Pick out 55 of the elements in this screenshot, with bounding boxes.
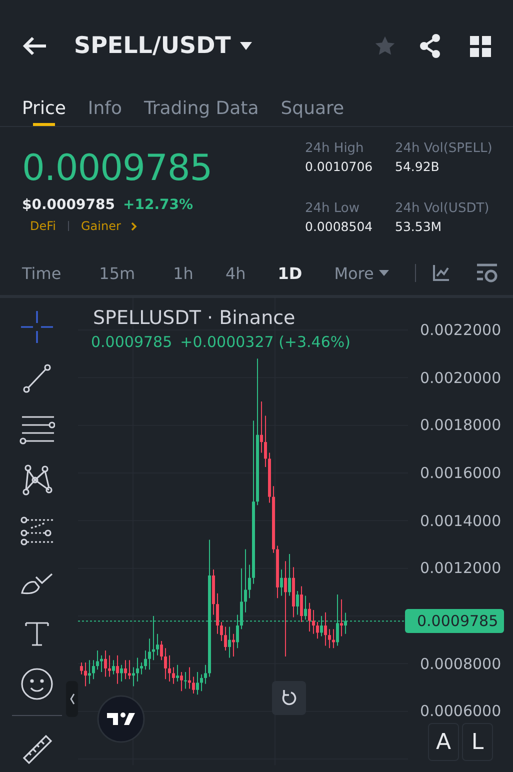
interval-tab[interactable]: 1h (165, 260, 202, 286)
indicator-chart-icon[interactable] (432, 264, 450, 282)
stat-label: 24h Vol(SPELL) (395, 141, 494, 156)
price-axis-label: 0.0008000 (420, 654, 502, 673)
fiat-price: $0.0009785 (22, 197, 115, 213)
tag-link[interactable]: Gainer (81, 219, 121, 233)
collapse-handle[interactable] (66, 681, 78, 717)
emoji-icon[interactable] (20, 667, 54, 701)
fibonacci-icon[interactable] (19, 514, 55, 548)
pattern-icon[interactable] (20, 463, 54, 497)
interval-tab[interactable]: 1D (270, 260, 310, 286)
logo-icon[interactable] (97, 695, 145, 743)
interval-tab[interactable]: Time (14, 260, 70, 286)
stat-value: 54.92B (395, 159, 440, 174)
price-axis-label: 0.0020000 (420, 368, 502, 387)
stat-label: 24h Vol(USDT) (395, 201, 490, 216)
current-price-label: 0.0009785 (405, 609, 504, 634)
price-change: +12.73% (123, 197, 194, 213)
star-icon[interactable] (374, 35, 396, 57)
last-price: 0.0009785 (22, 149, 212, 189)
price-axis-label: 0.0016000 (420, 464, 502, 482)
stat-value: 0.0008504 (305, 219, 374, 234)
grid-icon[interactable] (470, 36, 491, 56)
interval-tab[interactable]: 4h (217, 260, 254, 286)
tab[interactable]: Info (88, 92, 122, 126)
chevron-right-icon[interactable] (130, 222, 137, 230)
pair-title[interactable]: SPELL/USDT (74, 33, 231, 59)
price-axis-label: 0.0014000 (420, 512, 502, 530)
price-axis-label: 0.0018000 (420, 416, 502, 434)
stat-value: 53.53M (395, 219, 443, 234)
scale-button[interactable]: L (462, 723, 493, 761)
stat-value: 0.0010706 (305, 159, 374, 174)
crosshair-icon[interactable] (20, 310, 54, 344)
chart-symbol: SPELLUSDT · Binance (93, 307, 296, 329)
dropdown-caret-icon[interactable] (238, 41, 253, 51)
interval-tab[interactable]: More (326, 260, 397, 286)
legend-change: +0.0000327 (+3.46%) (180, 333, 351, 351)
stat-label: 24h Low (305, 201, 361, 216)
tab[interactable]: Price (22, 92, 66, 126)
price-axis-label: 0.0006000 (420, 702, 502, 720)
tab[interactable]: Square (280, 92, 344, 126)
reset-icon[interactable] (280, 689, 298, 707)
price-axis-label: 0.0022000 (420, 321, 502, 339)
scale-button[interactable]: A (428, 723, 459, 761)
back-arrow-icon[interactable] (22, 36, 48, 56)
caret-icon[interactable] (378, 270, 389, 276)
stat-label: 24h High (305, 141, 365, 156)
tab[interactable]: Trading Data (144, 92, 259, 126)
price-axis-label: 0.0012000 (420, 559, 502, 578)
settings-icon[interactable] (476, 263, 498, 283)
share-icon[interactable] (419, 34, 441, 58)
interval-tab[interactable]: 15m (91, 260, 144, 286)
reset-button[interactable] (272, 681, 306, 715)
legend-price: 0.0009785 (91, 333, 172, 351)
tag-link[interactable]: DeFi (30, 219, 56, 233)
